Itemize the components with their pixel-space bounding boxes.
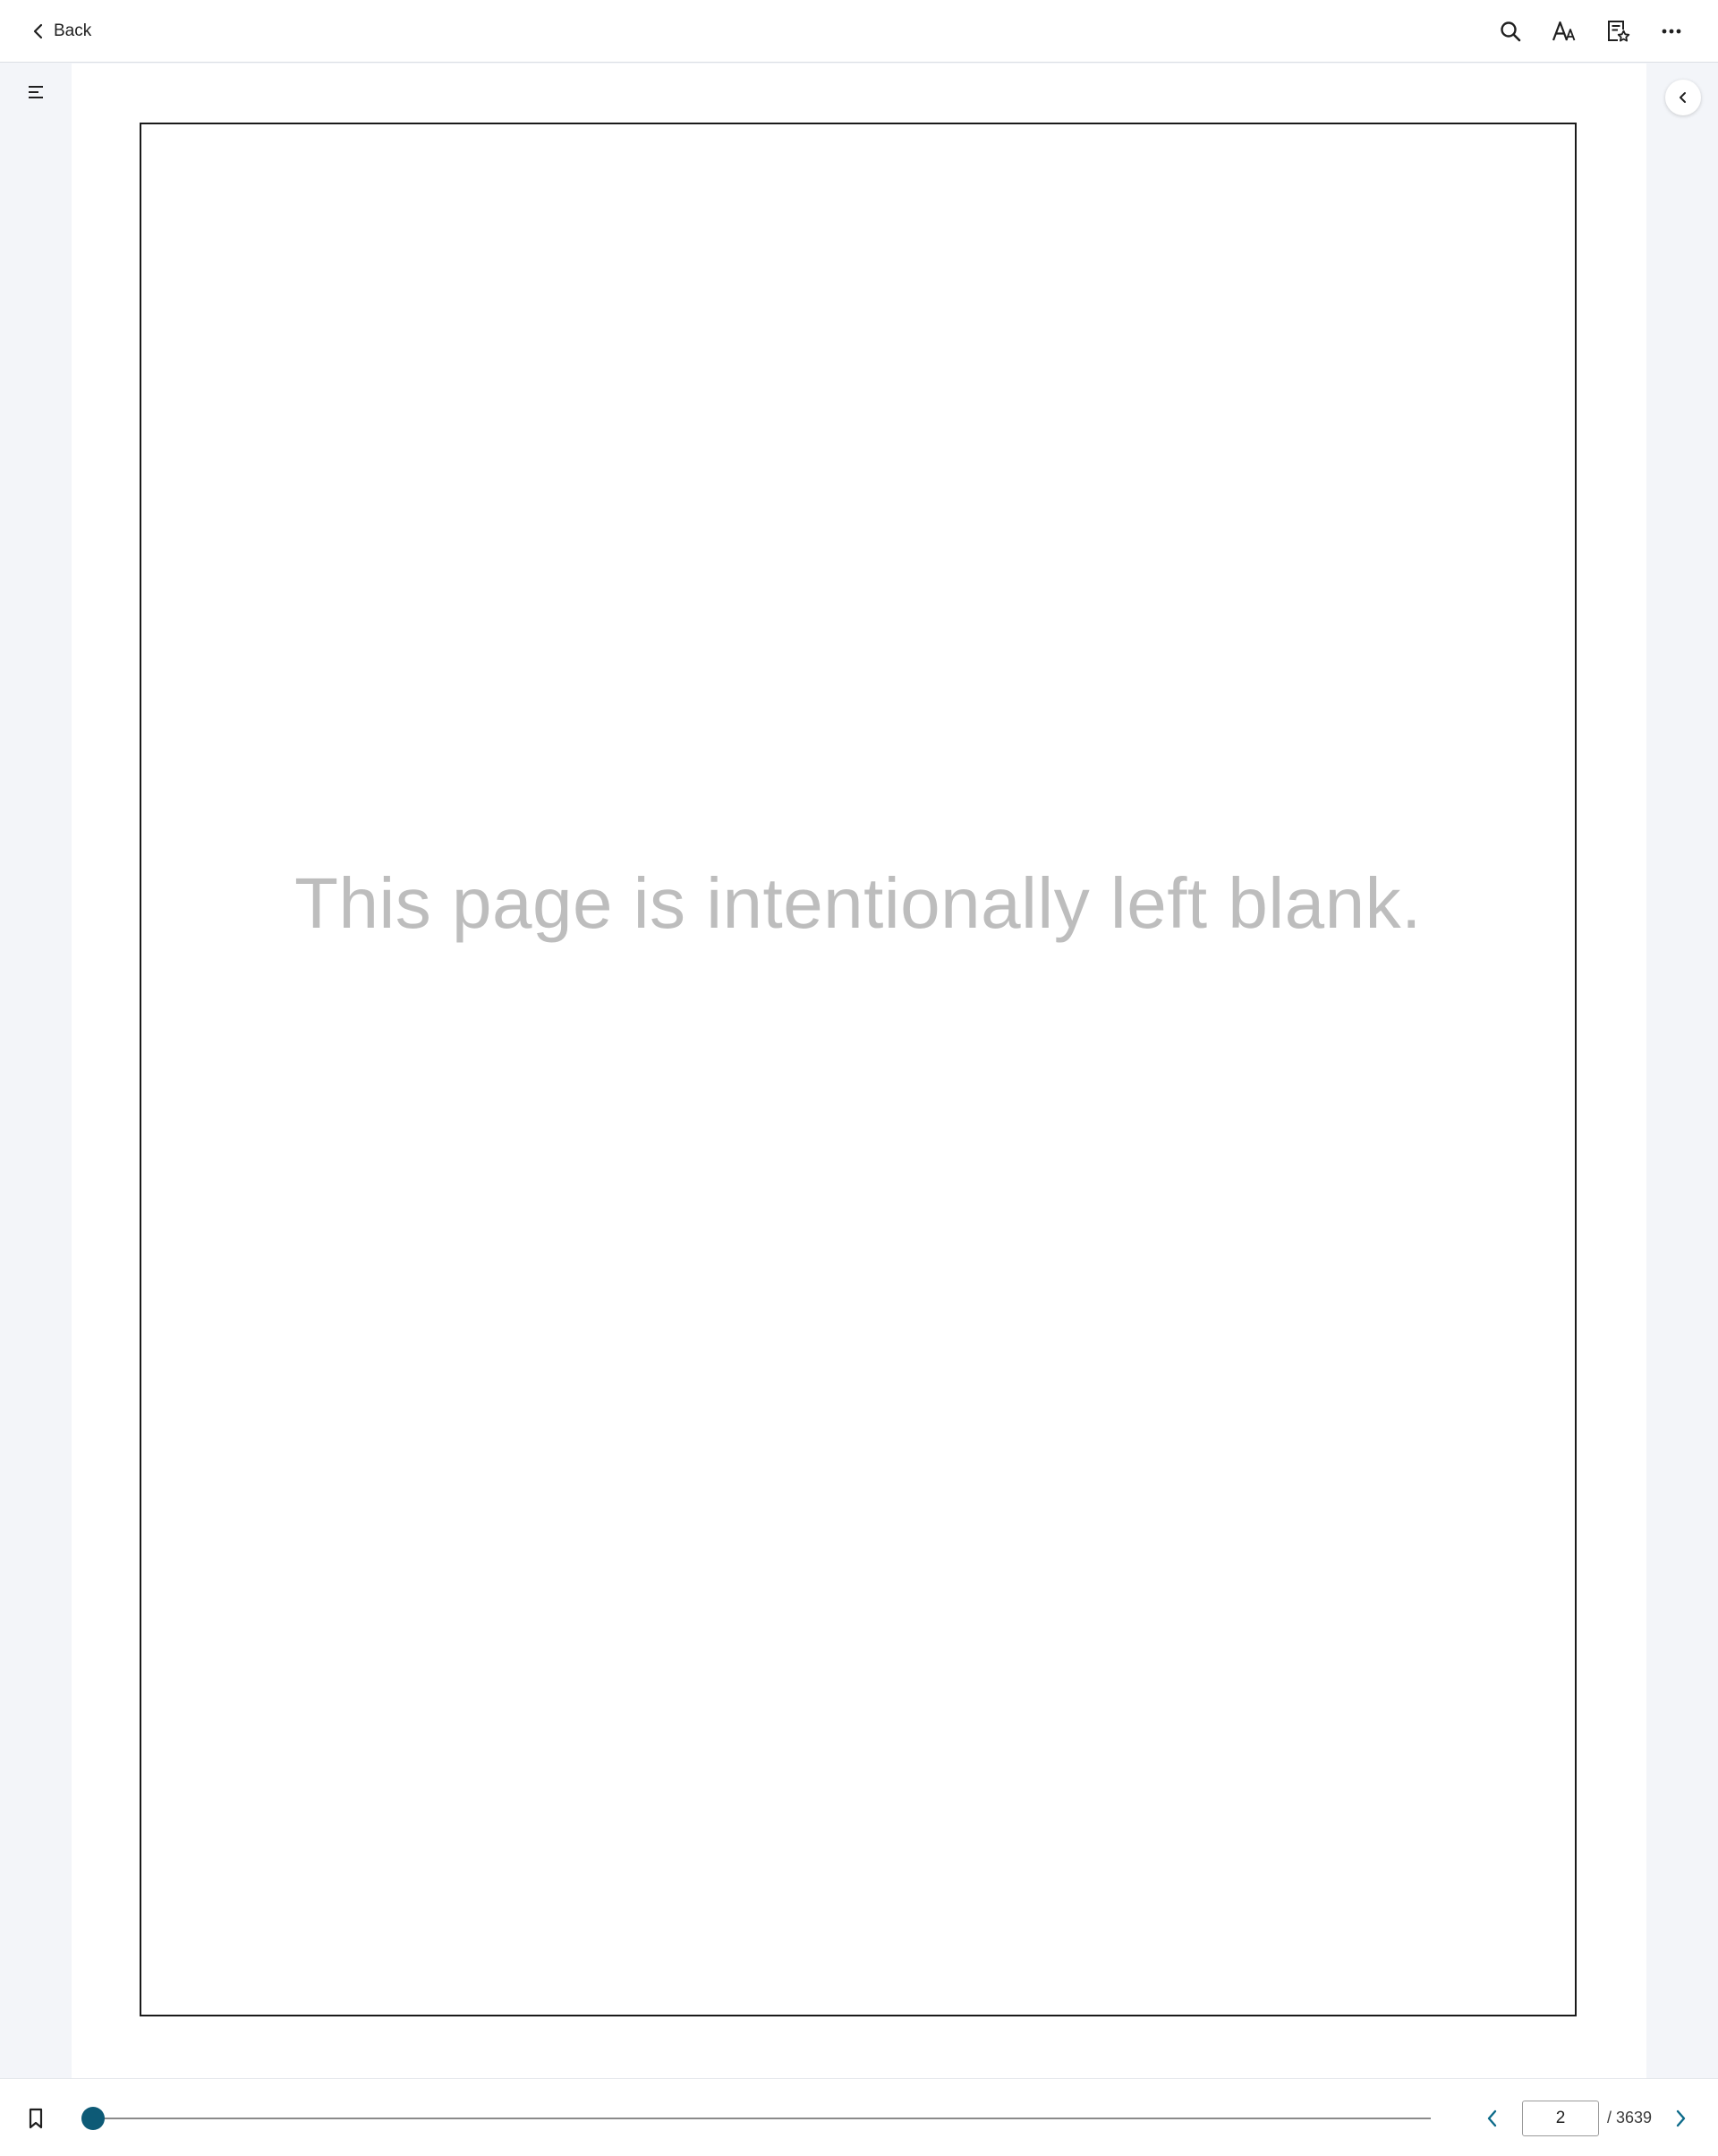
favorites-button[interactable] — [1591, 12, 1645, 51]
total-pages: / 3639 — [1607, 2109, 1653, 2126]
bottom-toolbar: / 3639 — [0, 2078, 1718, 2156]
more-options-button[interactable] — [1645, 12, 1698, 51]
reading-area: This page is intentionally left blank. — [72, 64, 1646, 2078]
favorite-list-icon — [1608, 21, 1630, 42]
collapse-panel-button[interactable] — [1665, 80, 1701, 115]
page-number-input[interactable] — [1522, 2101, 1599, 2136]
back-button[interactable]: Back — [30, 16, 91, 47]
chevron-left-icon — [1680, 92, 1686, 103]
back-label: Back — [54, 21, 92, 40]
bookmark-button[interactable] — [20, 2102, 52, 2135]
previous-page-button[interactable] — [1476, 2101, 1509, 2136]
text-size-button[interactable] — [1537, 12, 1591, 51]
right-sidebar — [1646, 64, 1718, 2078]
text-size-icon — [1552, 21, 1576, 41]
chevron-left-icon — [33, 23, 43, 39]
more-options-icon — [1662, 29, 1681, 34]
chevron-left-icon — [1487, 2109, 1497, 2127]
table-of-contents-button[interactable] — [20, 76, 52, 108]
table-of-contents-icon — [29, 86, 43, 98]
blank-page-message: This page is intentionally left blank. — [294, 862, 1422, 943]
next-page-button[interactable] — [1664, 2101, 1697, 2136]
left-sidebar — [0, 64, 72, 2078]
bookmark-icon — [29, 2108, 43, 2129]
book-page: This page is intentionally left blank. — [140, 123, 1577, 2016]
top-toolbar: Back — [0, 0, 1718, 63]
chevron-right-icon — [1676, 2109, 1686, 2127]
search-icon — [1501, 21, 1521, 42]
progress-slider-thumb[interactable] — [81, 2107, 106, 2130]
reading-progress-slider[interactable] — [93, 2118, 1431, 2119]
toolbar-actions — [1484, 12, 1698, 51]
search-button[interactable] — [1484, 12, 1537, 51]
